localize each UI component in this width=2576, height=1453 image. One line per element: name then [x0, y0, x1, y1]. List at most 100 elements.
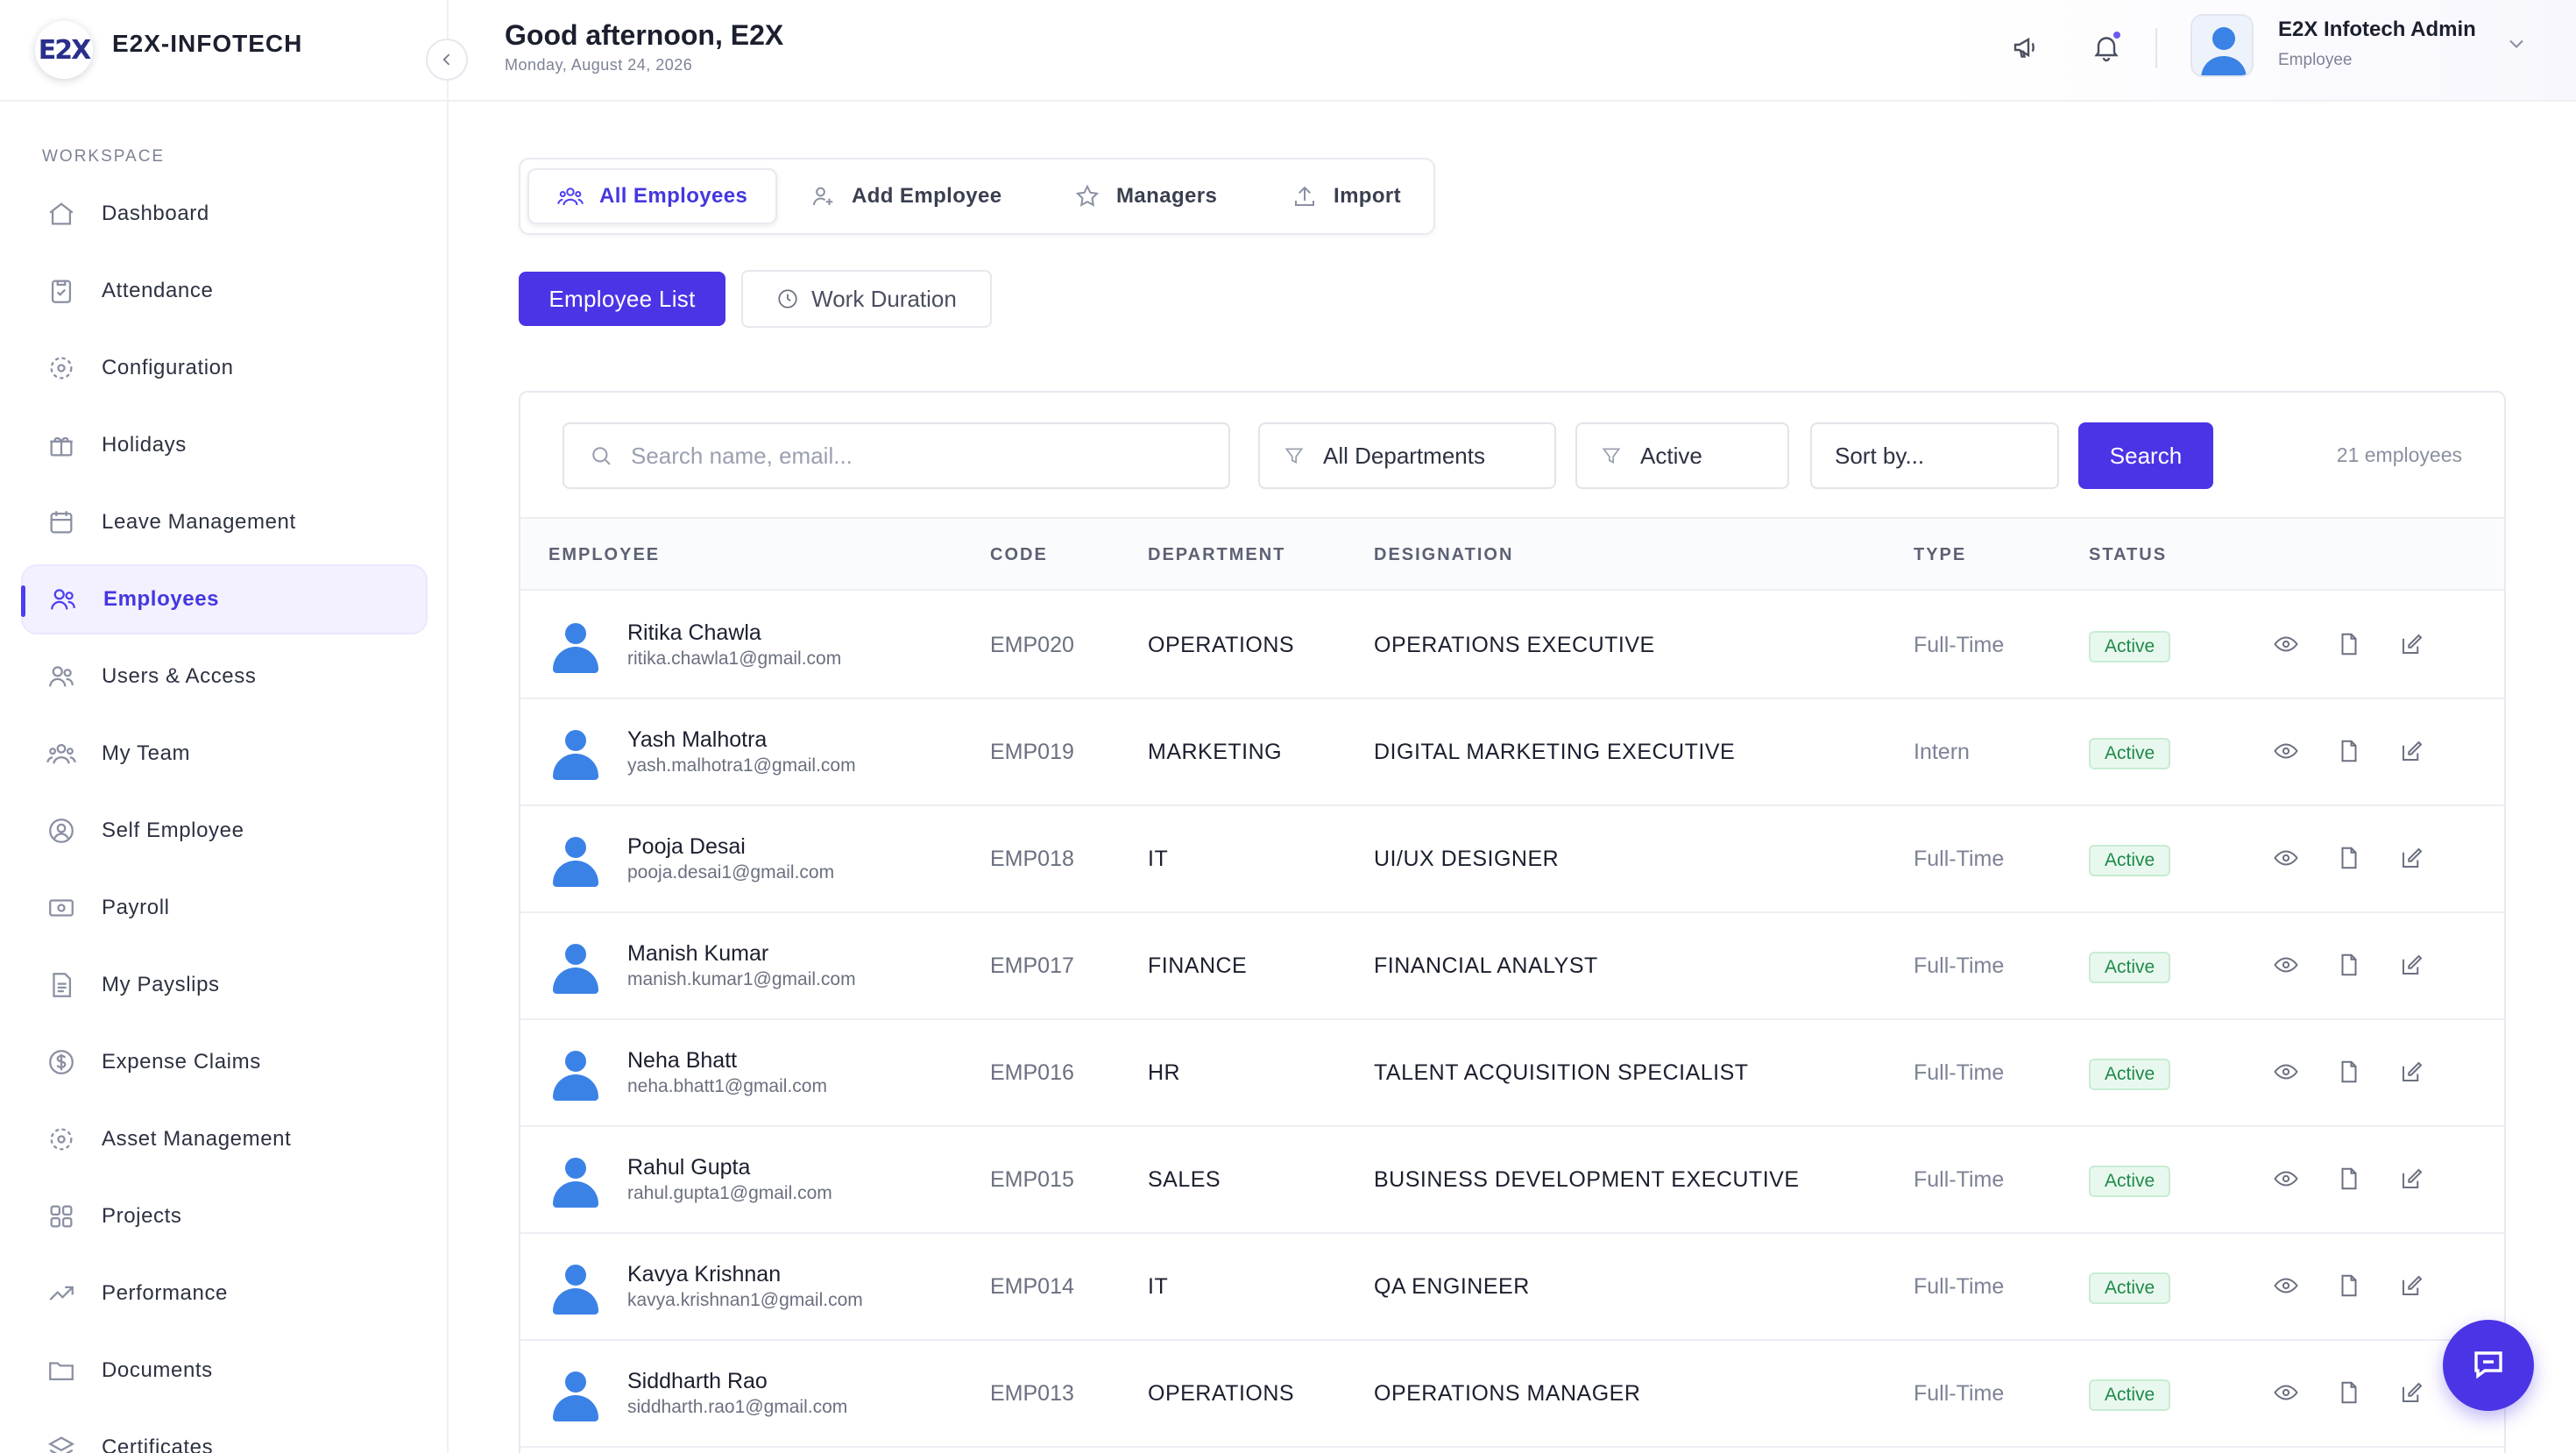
sidebar-item-users-access[interactable]: Users & Access — [21, 641, 428, 712]
employee-name[interactable]: Siddharth Rao — [627, 1369, 768, 1394]
work-duration-button[interactable]: Work Duration — [741, 270, 992, 328]
file-icon — [2341, 847, 2357, 869]
column-header-type[interactable]: TYPE — [1914, 545, 1966, 565]
view-button[interactable] — [2271, 1164, 2301, 1194]
sidebar-item-expense-claims[interactable]: Expense Claims — [21, 1027, 428, 1097]
file-icon — [2341, 953, 2357, 976]
chevron-down-icon — [2509, 39, 2523, 48]
user-profile-menu[interactable]: E2X Infotech Admin Employee — [2190, 12, 2558, 86]
sidebar-item-leave-management[interactable]: Leave Management — [21, 487, 428, 557]
view-button[interactable] — [2271, 843, 2301, 873]
edit-button[interactable] — [2397, 1057, 2427, 1087]
document-button[interactable] — [2334, 1057, 2364, 1087]
sidebar-item-my-payslips[interactable]: My Payslips — [21, 950, 428, 1020]
status-filter[interactable]: Active — [1575, 422, 1789, 489]
table-row[interactable]: Ritika Chawla ritika.chawla1@gmail.com EMP… — [520, 592, 2504, 699]
edit-icon — [2403, 1382, 2423, 1402]
document-button[interactable] — [2334, 843, 2364, 873]
edit-button[interactable] — [2397, 843, 2427, 873]
employee-code: EMP018 — [990, 847, 1074, 871]
folder-icon — [46, 1355, 77, 1386]
search-field[interactable] — [563, 422, 1230, 489]
employee-name[interactable]: Kavya Krishnan — [627, 1262, 781, 1287]
department-filter[interactable]: All Departments — [1258, 422, 1556, 489]
layers-icon — [46, 1432, 77, 1453]
sidebar-item-documents[interactable]: Documents — [21, 1336, 428, 1406]
employee-email: yash.malhotra1@gmail.com — [627, 755, 856, 776]
user-name: E2X Infotech Admin — [2278, 18, 2476, 41]
sidebar-item-dashboard[interactable]: Dashboard — [21, 179, 428, 249]
edit-button[interactable] — [2397, 1164, 2427, 1194]
sidebar-item-employees[interactable]: Employees — [21, 564, 428, 634]
table-row[interactable]: Manish Kumar manish.kumar1@gmail.com EMP01… — [520, 913, 2504, 1020]
table-row[interactable]: Kavya Krishnan kavya.krishnan1@gmail.com E… — [520, 1234, 2504, 1341]
table-row[interactable]: Neha Bhatt neha.bhatt1@gmail.com EMP016 HR T… — [520, 1020, 2504, 1127]
view-button[interactable] — [2271, 1271, 2301, 1301]
view-button[interactable] — [2271, 1057, 2301, 1087]
column-header-status[interactable]: STATUS — [2089, 545, 2167, 565]
view-button[interactable] — [2271, 950, 2301, 980]
employee-name[interactable]: Ritika Chawla — [627, 620, 761, 646]
view-button[interactable] — [2271, 736, 2301, 766]
column-header-department[interactable]: DEPARTMENT — [1148, 545, 1285, 565]
table-row[interactable]: Yash Malhotra yash.malhotra1@gmail.com EMP… — [520, 699, 2504, 806]
sidebar-item-configuration[interactable]: Configuration — [21, 333, 428, 403]
table-row[interactable]: Pooja Desai pooja.desai1@gmail.com EMP018 I… — [520, 806, 2504, 913]
search-button[interactable]: Search — [2078, 422, 2213, 489]
sidebar-item-attendance[interactable]: Attendance — [21, 256, 428, 326]
document-button[interactable] — [2334, 1378, 2364, 1407]
table-row[interactable]: Siddharth Rao siddharth.rao1@gmail.com EMP… — [520, 1341, 2504, 1448]
avatar — [547, 936, 605, 994]
edit-button[interactable] — [2397, 629, 2427, 659]
users-icon — [557, 188, 584, 206]
avatar — [547, 1043, 605, 1101]
announcements-button[interactable] — [2005, 26, 2047, 68]
employee-list-button[interactable]: Employee List — [519, 272, 725, 326]
sidebar-item-performance[interactable]: Performance — [21, 1258, 428, 1329]
sidebar-item-holidays[interactable]: Holidays — [21, 410, 428, 480]
document-button[interactable] — [2334, 1271, 2364, 1301]
tab-add-employee[interactable]: Add Employee — [782, 168, 1030, 224]
sidebar-item-asset-management[interactable]: Asset Management — [21, 1104, 428, 1174]
sidebar-item-label: My Payslips — [102, 973, 220, 996]
column-header-code[interactable]: CODE — [990, 545, 1048, 565]
tab-all-employees[interactable]: All Employees — [527, 168, 778, 224]
sidebar-item-payroll[interactable]: Payroll — [21, 873, 428, 943]
edit-button[interactable] — [2397, 950, 2427, 980]
chevron-left-icon — [442, 53, 450, 66]
document-button[interactable] — [2334, 736, 2364, 766]
chat-button[interactable] — [2443, 1320, 2534, 1411]
employee-name[interactable]: Yash Malhotra — [627, 727, 767, 753]
employee-name[interactable]: Pooja Desai — [627, 834, 746, 860]
column-header-employee[interactable]: EMPLOYEE — [548, 545, 660, 565]
edit-button[interactable] — [2397, 1271, 2427, 1301]
search-input[interactable] — [631, 442, 1192, 470]
tab-import[interactable]: Import — [1263, 168, 1429, 224]
sort-select[interactable]: Sort by... — [1810, 422, 2059, 489]
document-button[interactable] — [2334, 950, 2364, 980]
document-button[interactable] — [2334, 1164, 2364, 1194]
sidebar-item-certificates[interactable]: Certificates — [21, 1413, 428, 1453]
employee-name[interactable]: Rahul Gupta — [627, 1155, 750, 1180]
brand-logo[interactable]: E2X — [35, 21, 93, 79]
column-header-designation[interactable]: DESIGNATION — [1374, 545, 1513, 565]
edit-button[interactable] — [2397, 1378, 2427, 1407]
sidebar-item-projects[interactable]: Projects — [21, 1181, 428, 1251]
avatar — [547, 615, 605, 673]
view-button[interactable] — [2271, 629, 2301, 659]
sidebar-item-self-employee[interactable]: Self Employee — [21, 796, 428, 866]
edit-icon — [2403, 741, 2423, 761]
notifications-button[interactable] — [2085, 26, 2127, 68]
trending-up-icon — [46, 1278, 77, 1309]
sidebar-item-my-team[interactable]: My Team — [21, 719, 428, 789]
collapse-sidebar-button[interactable] — [426, 39, 468, 81]
employee-name[interactable]: Manish Kumar — [627, 941, 768, 967]
document-button[interactable] — [2334, 629, 2364, 659]
view-button[interactable] — [2271, 1378, 2301, 1407]
employee-table-card: All Departments Active Sort by... Search… — [519, 391, 2506, 1453]
employee-code: EMP016 — [990, 1060, 1074, 1085]
edit-button[interactable] — [2397, 736, 2427, 766]
employee-name[interactable]: Neha Bhatt — [627, 1048, 737, 1074]
table-row[interactable]: Rahul Gupta rahul.gupta1@gmail.com EMP015 S… — [520, 1127, 2504, 1234]
tab-managers[interactable]: Managers — [1046, 168, 1245, 224]
